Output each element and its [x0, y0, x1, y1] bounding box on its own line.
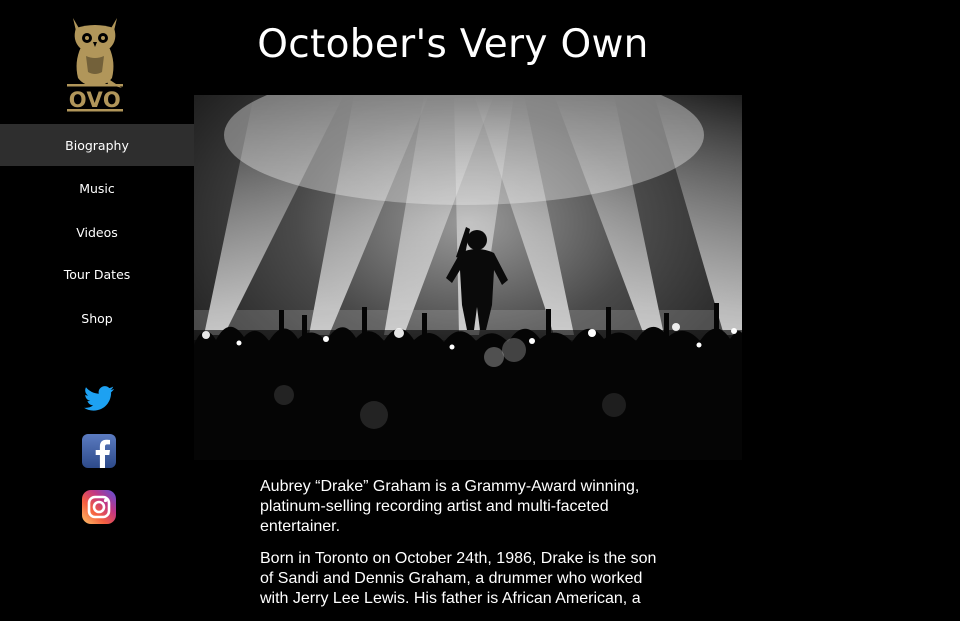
nav-item-videos[interactable]: Videos	[0, 210, 194, 254]
main-nav: Biography Music Videos Tour Dates Shop	[0, 124, 194, 342]
nav-item-music[interactable]: Music	[0, 166, 194, 210]
sidebar: OVO Biography Music Videos Tour Dates Sh…	[0, 0, 194, 600]
ovo-owl-logo[interactable]: OVO	[62, 14, 128, 114]
concert-photo	[194, 95, 742, 460]
facebook-icon[interactable]	[80, 432, 118, 470]
bio-paragraph: Aubrey “Drake” Graham is a Grammy-Award …	[260, 478, 640, 535]
svg-text:OVO: OVO	[69, 88, 122, 112]
biography-text: Aubrey “Drake” Graham is a Grammy-Award …	[260, 477, 665, 621]
bio-paragraph: Born in Toronto on October 24th, 1986, D…	[260, 550, 657, 607]
nav-item-shop[interactable]: Shop	[0, 298, 194, 342]
nav-item-tour-dates[interactable]: Tour Dates	[0, 254, 194, 298]
twitter-icon[interactable]	[80, 380, 118, 418]
instagram-icon[interactable]	[80, 488, 118, 526]
page-title: October's Very Own	[257, 22, 649, 67]
nav-item-biography[interactable]: Biography	[0, 124, 194, 166]
